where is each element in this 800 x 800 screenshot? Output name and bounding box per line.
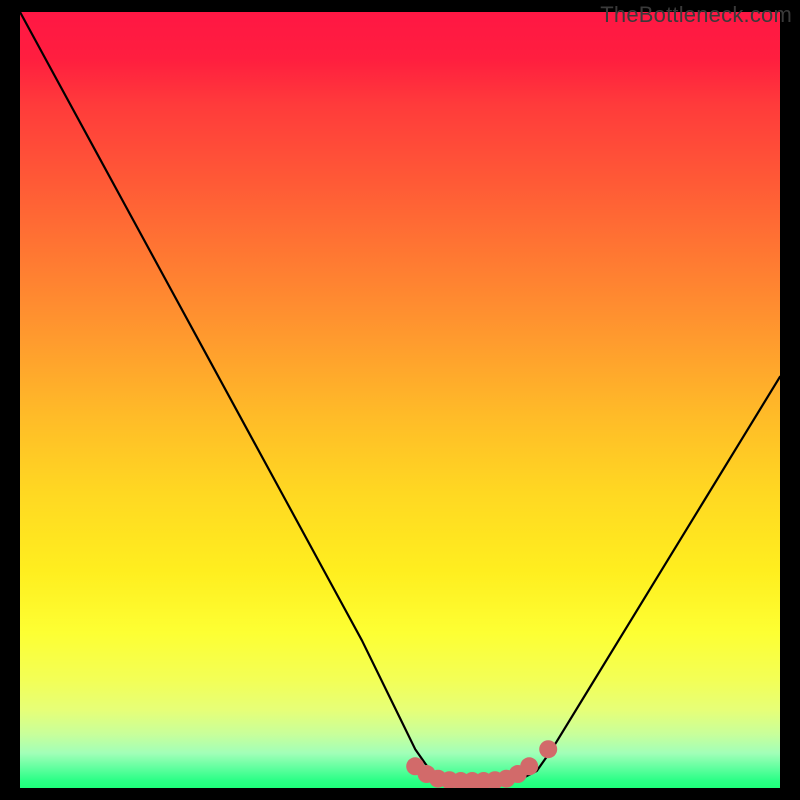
chart-frame: TheBottleneck.com [0, 0, 800, 800]
bottom-dots-group [406, 740, 557, 788]
marker-dot [539, 740, 557, 758]
chart-plot-area [20, 12, 780, 788]
marker-dot [520, 757, 538, 775]
chart-overlay-svg [20, 12, 780, 788]
bottleneck-curve-line [20, 12, 780, 783]
attribution-text: TheBottleneck.com [600, 2, 792, 28]
